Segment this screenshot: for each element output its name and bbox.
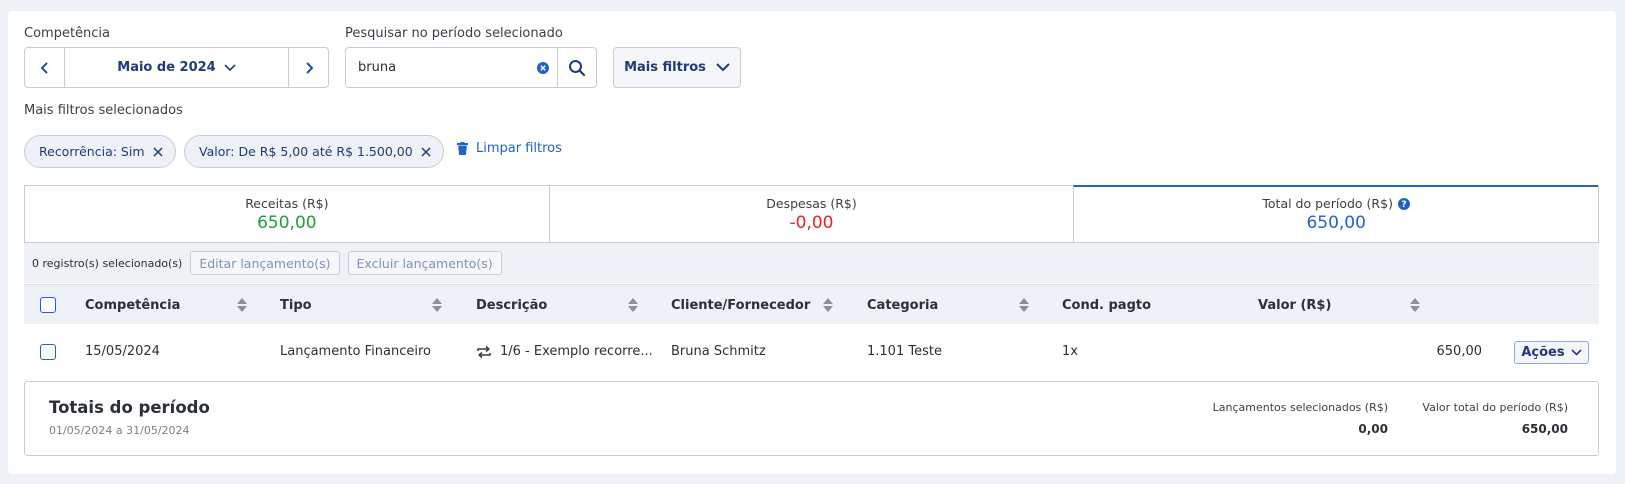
header-valor[interactable]: Valor (R$)	[1258, 285, 1331, 325]
trash-icon	[457, 142, 468, 155]
total-card[interactable]: Total do período (R$) ? 650,00	[1073, 185, 1599, 242]
filter-chip-valor: Valor: De R$ 5,00 até R$ 1.500,00	[184, 135, 444, 168]
month-dropdown[interactable]: Maio de 2024	[65, 48, 288, 87]
cell-competencia: 15/05/2024	[85, 344, 160, 359]
remove-filter-button[interactable]	[152, 146, 163, 157]
period-total-value: 650,00	[1521, 422, 1568, 436]
search-button[interactable]	[557, 48, 596, 87]
edit-entries-button[interactable]: Editar lançamento(s)	[190, 251, 340, 275]
chevron-right-icon	[305, 61, 313, 74]
period-totals: Totais do período 01/05/2024 a 31/05/202…	[24, 381, 1599, 456]
despesas-title: Despesas (R$)	[766, 195, 857, 211]
sort-icon[interactable]	[627, 297, 639, 313]
search-box	[345, 47, 597, 88]
cell-valor: 650,00	[1436, 344, 1483, 359]
remove-filter-button[interactable]	[421, 146, 431, 157]
search-icon	[569, 59, 586, 76]
search-input[interactable]	[346, 48, 528, 87]
more-filters-label: Mais filtros	[624, 60, 706, 75]
summary-cards: Receitas (R$) 650,00 Despesas (R$) -0,00…	[24, 185, 1599, 243]
total-title: Total do período (R$)	[1262, 196, 1393, 211]
next-month-button[interactable]	[288, 48, 328, 87]
chevron-down-icon	[1571, 349, 1582, 356]
previous-month-button[interactable]	[25, 48, 65, 87]
selected-count: 0 registro(s) selecionado(s)	[32, 256, 183, 270]
total-value: 650,00	[1306, 213, 1366, 233]
receitas-value: 650,00	[257, 212, 317, 233]
clear-filters-button[interactable]: Limpar filtros	[457, 141, 562, 156]
selected-filters-label: Mais filtros selecionados	[24, 103, 183, 118]
period-total-label: Valor total do período (R$)	[1422, 401, 1568, 414]
header-tipo[interactable]: Tipo	[280, 285, 312, 325]
month-label: Maio de 2024	[117, 60, 216, 75]
chip-label: Valor: De R$ 5,00 até R$ 1.500,00	[199, 144, 413, 159]
header-cond-pagto: Cond. pagto	[1062, 297, 1152, 313]
header-descricao[interactable]: Descrição	[476, 285, 547, 325]
clear-search-button[interactable]	[528, 48, 557, 87]
receitas-title: Receitas (R$)	[245, 195, 329, 211]
header-cliente[interactable]: Cliente/Fornecedor	[671, 285, 810, 325]
cell-descricao: 1/6 - Exemplo recorre...	[476, 324, 653, 379]
descricao-text: 1/6 - Exemplo recorre...	[500, 344, 653, 359]
clear-filters-label: Limpar filtros	[476, 141, 562, 156]
help-icon[interactable]: ?	[1397, 197, 1410, 210]
clear-circle-icon	[536, 61, 549, 74]
search-label: Pesquisar no período selecionado	[345, 26, 563, 41]
table-header: Competência Tipo Descrição Cliente/Forne…	[24, 284, 1599, 324]
sort-icon[interactable]	[431, 297, 443, 313]
table-row[interactable]: 15/05/2024 Lançamento Financeiro 1/6 - E…	[24, 324, 1599, 379]
close-icon	[152, 146, 163, 157]
close-icon	[421, 146, 431, 157]
header-competencia[interactable]: Competência	[85, 285, 180, 325]
totals-title: Totais do período	[49, 398, 210, 417]
header-categoria[interactable]: Categoria	[867, 285, 938, 325]
competencia-label: Competência	[24, 26, 111, 41]
selected-entries-label: Lançamentos selecionados (R$)	[1212, 401, 1388, 414]
selected-entries-value: 0,00	[1358, 422, 1388, 436]
chevron-down-icon	[224, 63, 236, 71]
bulk-actions-toolbar: 0 registro(s) selecionado(s) Editar lanç…	[24, 243, 1599, 283]
sort-icon[interactable]	[1018, 297, 1030, 313]
main-panel: Competência Maio de 2024 Pesquisar no pe…	[8, 11, 1616, 474]
cell-tipo: Lançamento Financeiro	[280, 344, 432, 359]
chevron-down-icon	[716, 63, 730, 72]
sort-icon[interactable]	[822, 297, 834, 313]
actions-dropdown-button[interactable]: Ações	[1514, 341, 1589, 364]
cell-cliente: Bruna Schmitz	[671, 344, 766, 359]
receitas-card[interactable]: Receitas (R$) 650,00	[25, 186, 549, 242]
chip-label: Recorrência: Sim	[39, 144, 145, 159]
delete-entries-button[interactable]: Excluir lançamento(s)	[347, 251, 502, 275]
sort-icon[interactable]	[1409, 297, 1421, 313]
filter-chip-recorrencia: Recorrência: Sim	[24, 135, 176, 168]
row-checkbox[interactable]	[40, 343, 56, 360]
svg-text:?: ?	[1401, 200, 1406, 210]
totals-date-range: 01/05/2024 a 31/05/2024	[49, 424, 190, 437]
despesas-value: -0,00	[789, 212, 834, 233]
total-title-wrap: Total do período (R$) ?	[1262, 196, 1410, 211]
select-all-checkbox[interactable]	[40, 297, 56, 313]
despesas-card[interactable]: Despesas (R$) -0,00	[548, 186, 1074, 242]
recurrence-icon	[477, 345, 491, 358]
cell-categoria: 1.101 Teste	[867, 344, 942, 359]
cell-cond-pagto: 1x	[1062, 344, 1078, 359]
chevron-left-icon	[40, 61, 48, 74]
sort-icon[interactable]	[236, 297, 248, 313]
actions-label: Ações	[1521, 345, 1565, 360]
period-selector: Maio de 2024	[24, 47, 329, 88]
more-filters-button[interactable]: Mais filtros	[613, 47, 741, 88]
